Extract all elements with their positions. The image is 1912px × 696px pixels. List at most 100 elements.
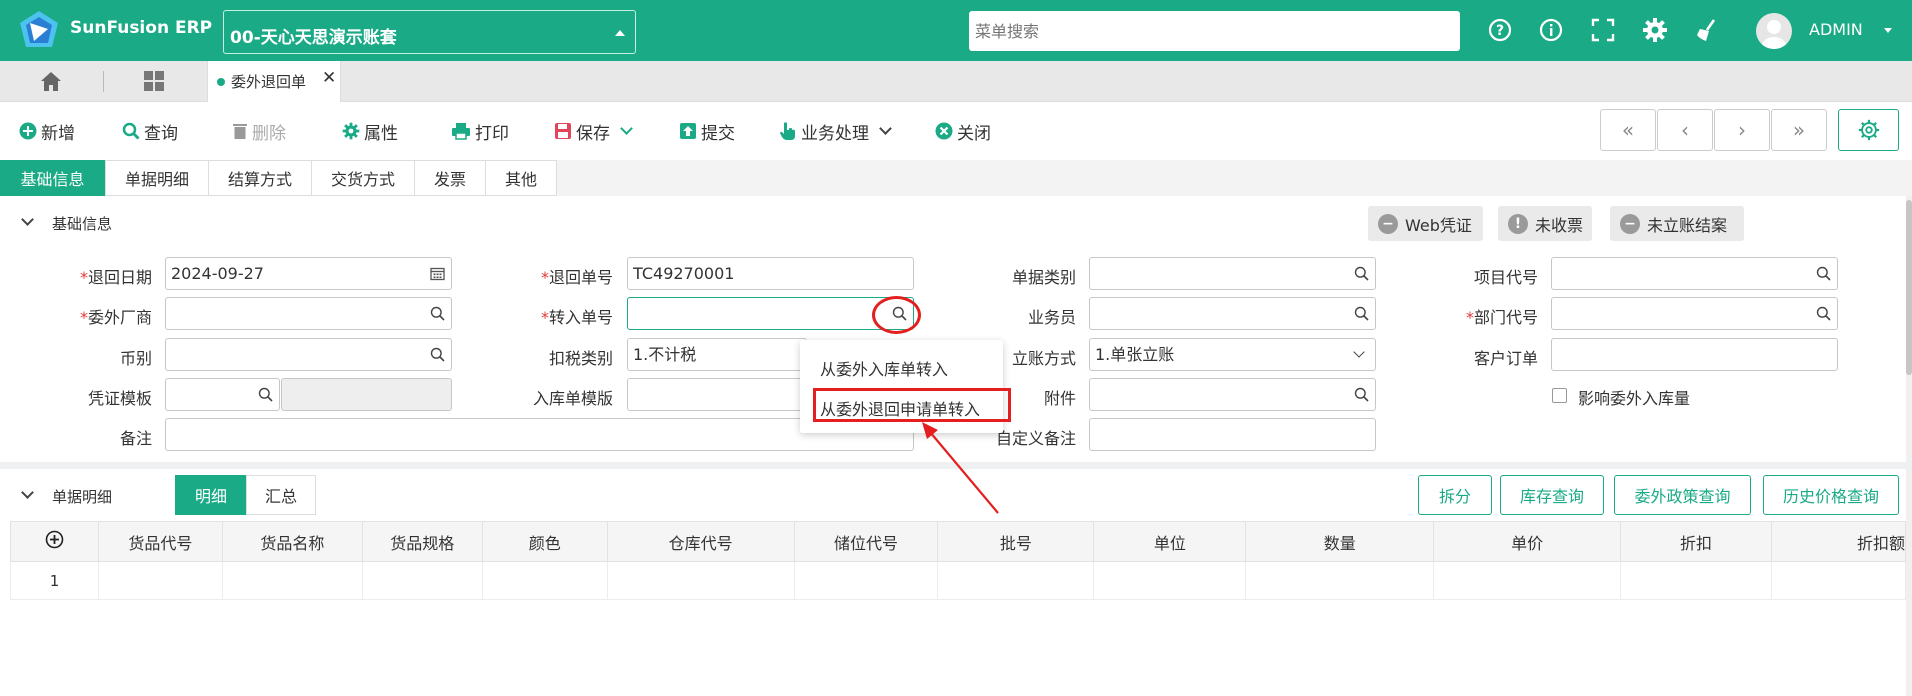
chevron-down-icon[interactable]: [879, 121, 892, 135]
affect-qty-checkbox[interactable]: [1552, 388, 1567, 403]
close-tab-icon[interactable]: ✕: [322, 68, 336, 88]
prev-record-button[interactable]: ‹: [1657, 109, 1713, 151]
tab-doc-detail[interactable]: 单据明细: [105, 160, 209, 196]
search-icon[interactable]: [1816, 266, 1831, 281]
column-header[interactable]: 储位代号: [793, 521, 939, 562]
settings-gear-icon[interactable]: [1642, 17, 1668, 43]
doc-type-field[interactable]: [1089, 257, 1376, 290]
outsource-policy-query-button[interactable]: 委外政策查询: [1614, 475, 1751, 515]
voucher-template-field[interactable]: [165, 378, 280, 411]
tab-basic-info[interactable]: 基础信息: [0, 160, 105, 196]
user-name[interactable]: ADMIN: [1809, 20, 1863, 39]
column-header[interactable]: 货品规格: [361, 521, 483, 562]
table-row[interactable]: 1: [10, 561, 1907, 600]
collapse-chevron-icon[interactable]: [21, 486, 34, 499]
return-no-field[interactable]: TC49270001: [627, 257, 914, 290]
fullscreen-icon[interactable]: [1590, 17, 1616, 43]
table-cell[interactable]: [606, 561, 795, 600]
tax-type-select[interactable]: 1.不计税: [627, 338, 807, 371]
table-cell[interactable]: [1433, 561, 1622, 600]
tab-detail-view[interactable]: 明细: [175, 475, 247, 515]
vendor-field[interactable]: [165, 297, 452, 330]
column-header[interactable]: 仓库代号: [606, 521, 795, 562]
info-icon[interactable]: [1538, 17, 1564, 43]
search-icon[interactable]: [1816, 306, 1831, 321]
tab-other[interactable]: 其他: [485, 160, 557, 196]
column-header[interactable]: 货品名称: [221, 521, 363, 562]
column-header[interactable]: 货品代号: [97, 521, 223, 562]
calendar-icon[interactable]: [430, 266, 445, 281]
table-cell[interactable]: [1245, 561, 1435, 600]
broom-icon[interactable]: [1694, 17, 1720, 43]
web-voucher-status[interactable]: − Web凭证: [1368, 206, 1483, 241]
account-select[interactable]: 00-天心天思演示账套: [223, 10, 636, 54]
customer-order-field[interactable]: [1551, 338, 1838, 371]
add-row-header[interactable]: [10, 521, 99, 562]
print-button[interactable]: 打印: [451, 118, 509, 144]
table-cell[interactable]: [97, 561, 223, 600]
tab-delivery[interactable]: 交货方式: [311, 160, 415, 196]
column-header[interactable]: 单位: [1093, 521, 1247, 562]
search-icon[interactable]: [1354, 266, 1369, 281]
form-settings-button[interactable]: [1838, 109, 1899, 151]
menu-search-input[interactable]: [969, 11, 1460, 51]
app-grid-icon[interactable]: [143, 70, 165, 92]
table-cell[interactable]: [1770, 561, 1907, 600]
tab-invoice[interactable]: 发票: [414, 160, 486, 196]
dept-code-field[interactable]: [1551, 297, 1838, 330]
table-cell[interactable]: [1093, 561, 1247, 600]
search-icon[interactable]: [258, 387, 273, 402]
page-scrollbar[interactable]: [1906, 196, 1912, 696]
properties-button[interactable]: 属性: [342, 118, 398, 144]
save-button[interactable]: 保存: [554, 118, 633, 144]
column-header[interactable]: 批号: [937, 521, 1095, 562]
search-icon[interactable]: [430, 306, 445, 321]
stockin-template-field[interactable]: [627, 378, 807, 411]
currency-field[interactable]: [165, 338, 452, 371]
search-icon[interactable]: [430, 347, 445, 362]
return-date-field[interactable]: 2024-09-27: [165, 257, 452, 290]
column-header[interactable]: 颜色: [481, 521, 608, 562]
price-history-query-button[interactable]: 历史价格查询: [1763, 475, 1899, 515]
business-process-button[interactable]: 业务处理: [779, 118, 892, 144]
stock-query-button[interactable]: 库存查询: [1500, 475, 1604, 515]
search-icon[interactable]: [1354, 306, 1369, 321]
column-header[interactable]: 折扣: [1620, 521, 1772, 562]
submit-button[interactable]: 提交: [679, 118, 735, 144]
delete-button[interactable]: 删除: [232, 118, 286, 144]
collapse-chevron-icon[interactable]: [21, 213, 34, 226]
account-method-select[interactable]: 1.单张立账: [1089, 338, 1376, 371]
tab-settlement[interactable]: 结算方式: [208, 160, 312, 196]
table-cell[interactable]: [361, 561, 483, 600]
column-header[interactable]: 数量: [1245, 521, 1435, 562]
user-avatar[interactable]: [1756, 13, 1792, 49]
last-record-button[interactable]: »: [1771, 109, 1827, 151]
chevron-down-icon[interactable]: [620, 121, 633, 135]
home-icon[interactable]: [40, 71, 62, 92]
project-code-field[interactable]: [1551, 257, 1838, 290]
table-cell[interactable]: [793, 561, 939, 600]
table-cell[interactable]: [221, 561, 363, 600]
invoice-status[interactable]: ! 未收票: [1498, 206, 1592, 241]
next-record-button[interactable]: ›: [1714, 109, 1770, 151]
column-header[interactable]: 折扣额: [1770, 521, 1907, 562]
salesman-field[interactable]: [1089, 297, 1376, 330]
split-button[interactable]: 拆分: [1418, 475, 1492, 515]
chevron-down-icon[interactable]: [1353, 346, 1365, 358]
transfer-no-field[interactable]: [627, 297, 914, 330]
settle-status[interactable]: − 未立账结案: [1610, 206, 1744, 241]
dropdown-item-from-stockin[interactable]: 从委外入库单转入: [820, 356, 948, 380]
table-cell[interactable]: [1620, 561, 1772, 600]
scrollbar-thumb[interactable]: [1906, 200, 1912, 375]
chevron-down-icon[interactable]: [1884, 28, 1892, 33]
help-icon[interactable]: ?: [1487, 17, 1513, 43]
custom-remark-field[interactable]: [1089, 418, 1376, 451]
table-cell[interactable]: [937, 561, 1095, 600]
tab-summary-view[interactable]: 汇总: [246, 475, 316, 515]
tab-outsource-return[interactable]: 委外退回单 ✕: [207, 61, 341, 102]
column-header[interactable]: 单价: [1433, 521, 1622, 562]
search-icon[interactable]: [1354, 387, 1369, 402]
new-button[interactable]: 新增: [19, 118, 75, 144]
close-button[interactable]: 关闭: [935, 118, 991, 144]
attachment-field[interactable]: [1089, 378, 1376, 411]
